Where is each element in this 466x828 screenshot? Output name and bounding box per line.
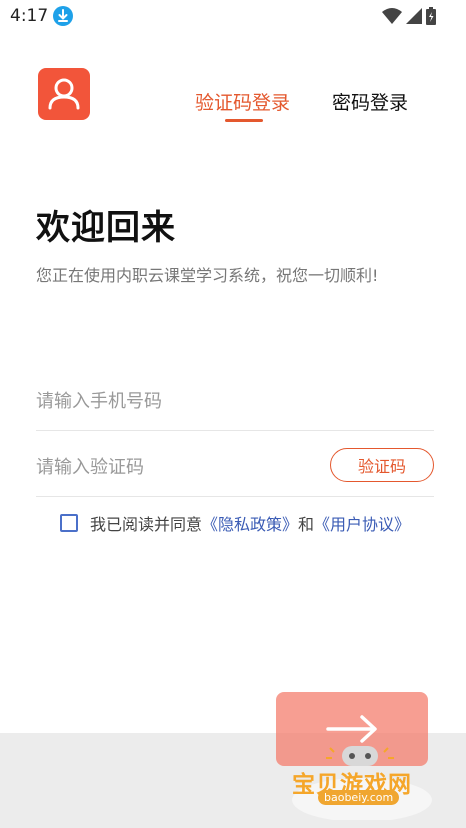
status-bar: 4:17	[0, 0, 466, 32]
privacy-policy-link[interactable]: 《隐私政策》	[202, 511, 298, 535]
status-icons	[382, 6, 436, 26]
tab-active-indicator	[225, 119, 263, 122]
page-title: 欢迎回来	[36, 208, 176, 248]
watermark-url: baobeiy.com	[318, 790, 400, 805]
user-agreement-link[interactable]: 《用户协议》	[314, 511, 410, 535]
agreement-checkbox[interactable]	[60, 514, 78, 532]
get-code-button[interactable]: 验证码	[330, 448, 434, 482]
welcome-subtitle: 您正在使用内职云课堂学习系统，祝您一切顺利!	[36, 266, 379, 285]
download-icon	[53, 6, 73, 26]
signal-icon	[406, 8, 422, 24]
agreement-row: 我已阅读并同意 《隐私政策》 和 《用户协议》	[60, 511, 410, 535]
battery-icon	[426, 7, 436, 25]
code-field-row: 验证码	[36, 440, 434, 497]
status-time: 4:17	[10, 6, 49, 26]
tab-password-login[interactable]: 密码登录	[332, 88, 408, 115]
phone-field-row	[36, 372, 434, 431]
agreement-prefix: 我已阅读并同意	[90, 515, 203, 534]
wifi-icon	[382, 8, 402, 24]
app-logo-user-icon	[38, 68, 90, 120]
phone-input[interactable]	[36, 386, 306, 416]
code-input[interactable]	[36, 452, 306, 482]
agreement-connector: 和	[298, 515, 315, 534]
tab-sms-login[interactable]: 验证码登录	[195, 88, 290, 115]
